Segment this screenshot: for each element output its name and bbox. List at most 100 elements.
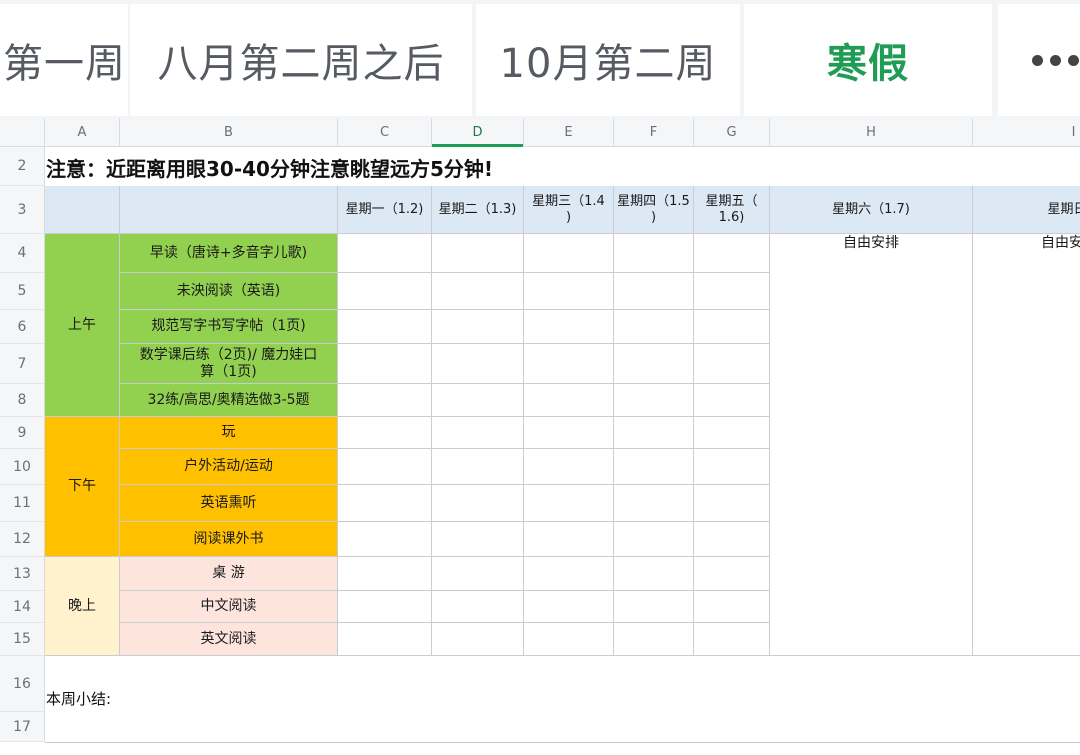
column-header-a[interactable]: A — [45, 118, 120, 147]
schedule-cell[interactable] — [694, 623, 770, 656]
schedule-cell[interactable] — [338, 344, 432, 384]
schedule-cell[interactable] — [524, 591, 614, 623]
schedule-cell[interactable] — [694, 273, 770, 310]
schedule-cell[interactable] — [694, 234, 770, 273]
schedule-cell[interactable] — [524, 557, 614, 591]
schedule-cell[interactable] — [694, 344, 770, 384]
schedule-cell[interactable] — [614, 623, 694, 656]
schedule-cell[interactable] — [338, 485, 432, 522]
column-header-h[interactable]: H — [770, 118, 973, 147]
day-header-5[interactable]: 星期五（ 1.6) — [694, 186, 770, 234]
weekend-cell-sunday[interactable]: 自由安 — [973, 234, 1080, 656]
schedule-cell[interactable] — [694, 522, 770, 557]
row-header-3[interactable]: 3 — [0, 186, 45, 234]
column-header-c[interactable]: C — [338, 118, 432, 147]
schedule-cell[interactable] — [432, 417, 524, 449]
schedule-cell[interactable] — [524, 344, 614, 384]
column-header-f[interactable]: F — [614, 118, 694, 147]
schedule-cell[interactable] — [432, 557, 524, 591]
tab-week-one[interactable]: 第一周 — [0, 4, 128, 116]
row-header-15[interactable]: 15 — [0, 623, 45, 656]
day-header-6[interactable]: 星期六（1.7) — [770, 186, 973, 234]
row-header-7[interactable]: 7 — [0, 344, 45, 384]
schedule-cell[interactable] — [432, 234, 524, 273]
select-all-corner[interactable] — [0, 118, 45, 147]
schedule-cell[interactable] — [432, 449, 524, 485]
schedule-cell[interactable] — [432, 310, 524, 344]
header-cell-a[interactable] — [45, 186, 120, 234]
row-header-9[interactable]: 9 — [0, 417, 45, 449]
schedule-cell[interactable] — [338, 384, 432, 417]
section-label[interactable]: 上午 — [45, 234, 120, 417]
schedule-cell[interactable] — [614, 485, 694, 522]
schedule-cell[interactable] — [338, 623, 432, 656]
schedule-cell[interactable] — [614, 591, 694, 623]
header-cell-b[interactable] — [120, 186, 338, 234]
schedule-cell[interactable] — [432, 623, 524, 656]
schedule-cell[interactable] — [694, 417, 770, 449]
schedule-cell[interactable] — [524, 310, 614, 344]
schedule-cell[interactable] — [524, 485, 614, 522]
column-header-i[interactable]: I — [973, 118, 1080, 147]
schedule-cell[interactable] — [432, 344, 524, 384]
day-header-1[interactable]: 星期一（1.2) — [338, 186, 432, 234]
row-header-14[interactable]: 14 — [0, 591, 45, 623]
column-header-g[interactable]: G — [694, 118, 770, 147]
task-cell[interactable]: 早读（唐诗+多音字儿歌) — [120, 234, 338, 273]
schedule-cell[interactable] — [694, 449, 770, 485]
day-header-4[interactable]: 星期四（1.5 ) — [614, 186, 694, 234]
day-header-7[interactable]: 星期日（ — [973, 186, 1080, 234]
task-cell[interactable]: 桌 游 — [120, 557, 338, 591]
schedule-cell[interactable] — [432, 485, 524, 522]
schedule-cell[interactable] — [338, 449, 432, 485]
schedule-cell[interactable] — [524, 449, 614, 485]
row-header-16[interactable]: 16 — [0, 656, 45, 712]
summary-label[interactable]: 本周小结: — [46, 684, 111, 712]
schedule-cell[interactable] — [432, 522, 524, 557]
column-header-d[interactable]: D — [432, 118, 524, 147]
task-cell[interactable]: 户外活动/运动 — [120, 449, 338, 485]
schedule-cell[interactable] — [524, 384, 614, 417]
column-header-e[interactable]: E — [524, 118, 614, 147]
row-header-10[interactable]: 10 — [0, 449, 45, 485]
task-cell[interactable]: 英文阅读 — [120, 623, 338, 656]
task-cell[interactable]: 英语熏听 — [120, 485, 338, 522]
notice-text[interactable]: 注意：近距离用眼30-40分钟注意眺望远方5分钟! — [46, 148, 493, 186]
schedule-cell[interactable] — [614, 344, 694, 384]
schedule-cell[interactable] — [338, 234, 432, 273]
schedule-cell[interactable] — [694, 384, 770, 417]
row-header-11[interactable]: 11 — [0, 485, 45, 522]
schedule-cell[interactable] — [338, 310, 432, 344]
row-header-6[interactable]: 6 — [0, 310, 45, 344]
weekend-cell-saturday[interactable]: 自由安排 — [770, 234, 973, 656]
task-cell[interactable]: 中文阅读 — [120, 591, 338, 623]
schedule-cell[interactable] — [524, 234, 614, 273]
task-cell[interactable]: 32练/高思/奥精选做3-5题 — [120, 384, 338, 417]
sheet-grid[interactable]: A B C D E F G H I 2 3 4 5 6 7 8 9 10 11 12 13 14 15 16 17 注意：近距离用… — [0, 118, 1080, 755]
task-cell[interactable]: 数学课后练（2页)/ 魔力娃口 算（1页) — [120, 344, 338, 384]
schedule-cell[interactable] — [614, 234, 694, 273]
row-header-5[interactable]: 5 — [0, 273, 45, 310]
schedule-cell[interactable] — [694, 485, 770, 522]
schedule-cell[interactable] — [432, 384, 524, 417]
task-cell[interactable]: 未泱阅读（英语) — [120, 273, 338, 310]
row-header-13[interactable]: 13 — [0, 557, 45, 591]
task-cell[interactable]: 玩 — [120, 417, 338, 449]
schedule-cell[interactable] — [614, 310, 694, 344]
schedule-cell[interactable] — [614, 522, 694, 557]
section-label[interactable]: 晚上 — [45, 557, 120, 656]
tab-october-week-two[interactable]: 10月第二周 — [476, 4, 740, 116]
tab-winter-break[interactable]: 寒假 — [744, 4, 992, 116]
schedule-cell[interactable] — [338, 273, 432, 310]
schedule-cell[interactable] — [432, 591, 524, 623]
schedule-cell[interactable] — [338, 522, 432, 557]
row-header-8[interactable]: 8 — [0, 384, 45, 417]
schedule-cell[interactable] — [338, 557, 432, 591]
section-label[interactable]: 下午 — [45, 417, 120, 557]
tab-after-august-week-two[interactable]: 八月第二周之后 — [130, 4, 472, 116]
schedule-cell[interactable] — [524, 273, 614, 310]
row-header-12[interactable]: 12 — [0, 522, 45, 557]
schedule-cell[interactable] — [614, 417, 694, 449]
task-cell[interactable]: 规范写字书写字帖（1页) — [120, 310, 338, 344]
column-header-b[interactable]: B — [120, 118, 338, 147]
